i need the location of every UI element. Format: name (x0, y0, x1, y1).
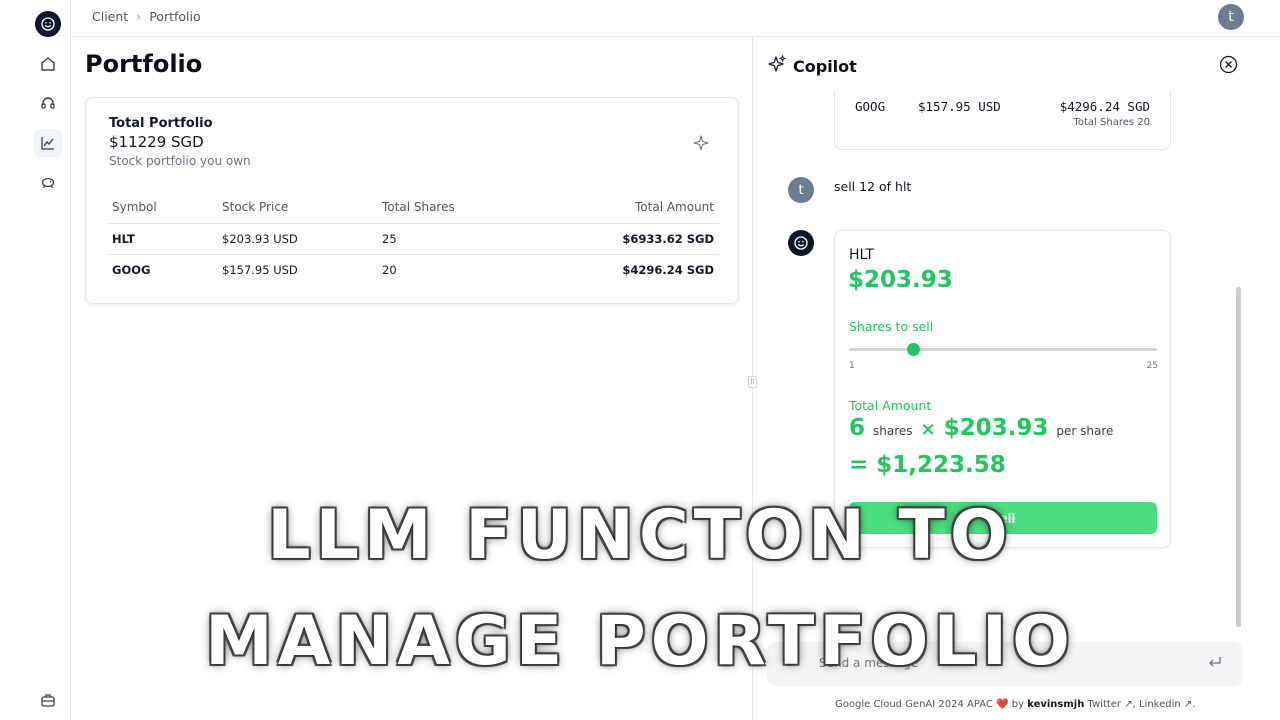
copilot-title: Copilot (793, 56, 857, 76)
breadcrumb: Client › Portfolio (92, 9, 201, 24)
times-icon: × (920, 419, 936, 440)
heart-icon: ❤️ (996, 699, 1009, 710)
user-message: sell 12 of hlt (834, 179, 912, 194)
resize-handle[interactable]: ⠿ (748, 376, 757, 388)
chart-line-icon[interactable] (34, 129, 62, 157)
slider-max: 25 (1146, 361, 1158, 371)
bot-avatar-icon (788, 230, 814, 256)
trade-symbol: HLT (849, 247, 874, 263)
copilot-header: Copilot (767, 54, 857, 78)
smiley-logo-icon[interactable] (35, 11, 61, 37)
top-bar: Client › Portfolio t (71, 0, 1280, 37)
prev-amount: $4296.24 SGD (1059, 99, 1150, 114)
row-price: $157.95 USD (222, 262, 298, 277)
holdings-table: Symbol Stock Price Total Shares Total Am… (107, 191, 719, 285)
breadcrumb-client[interactable]: Client (92, 9, 128, 24)
row-shares: 20 (382, 262, 397, 277)
col-stock-price: Stock Price (217, 191, 377, 224)
chat-scrollbar[interactable] (1236, 287, 1241, 627)
breadcrumb-portfolio[interactable]: Portfolio (149, 9, 200, 24)
per-share-label: per share (1056, 424, 1114, 438)
col-total-amount: Total Amount (537, 191, 719, 224)
row-amount: $6933.62 SGD (537, 223, 719, 255)
card-title: Total Portfolio (109, 116, 213, 131)
shares-count: 6 (849, 415, 866, 441)
total-result: = $1,223.58 (849, 452, 1006, 478)
overlay-headline-line1: LLM FUNCTON TO (267, 496, 1013, 575)
sparkles-icon[interactable] (692, 134, 710, 156)
prev-price: $157.95 USD (918, 99, 1001, 114)
previous-stock-card: GOOG $157.95 USD $4296.24 SGD Total Shar… (834, 90, 1171, 150)
footer: Google Cloud GenAI 2024 APAC ❤️ by kevin… (835, 699, 1195, 710)
row-symbol: GOOG (112, 262, 151, 277)
footer-prefix: Google Cloud GenAI 2024 APAC (835, 699, 993, 710)
shares-slider[interactable] (849, 343, 1157, 356)
portfolio-value: $11229 SGD (109, 133, 204, 151)
table-header-row: Symbol Stock Price Total Shares Total Am… (107, 191, 719, 224)
calculation-row: 6 shares × $203.93 per share (849, 415, 1113, 441)
twitter-link[interactable]: Twitter ↗, (1088, 699, 1136, 710)
footer-by: by (1011, 699, 1024, 710)
total-portfolio-card: Total Portfolio $11229 SGD Stock portfol… (85, 97, 739, 304)
page-title: Portfolio (85, 50, 203, 78)
linkedin-link[interactable]: Linkedin ↗. (1139, 699, 1195, 710)
shares-word: shares (873, 424, 913, 438)
total-amount-label: Total Amount (849, 398, 932, 413)
table-row[interactable]: GOOG $157.95 USD 20 $4296.24 SGD (107, 254, 719, 285)
row-price: $203.93 USD (217, 223, 377, 255)
row-symbol: HLT (107, 223, 217, 255)
overlay-headline-line2: MANAGE PORTFOLIO (205, 602, 1075, 681)
piggy-bank-icon[interactable] (34, 168, 62, 196)
sparkles-icon (767, 54, 787, 78)
home-icon[interactable] (34, 50, 62, 78)
slider-thumb[interactable] (907, 343, 921, 356)
user-avatar[interactable]: t (1218, 4, 1244, 30)
breadcrumb-separator: › (136, 9, 142, 24)
headset-icon[interactable] (34, 89, 62, 117)
trade-price: $203.93 (848, 267, 953, 293)
col-total-shares: Total Shares (377, 191, 537, 224)
row-amount: $4296.24 SGD (622, 262, 714, 277)
briefcase-icon[interactable] (34, 686, 62, 714)
unit-price: $203.93 (943, 415, 1049, 441)
prev-symbol: GOOG (855, 99, 886, 114)
row-shares: 25 (377, 223, 537, 255)
shares-to-sell-label: Shares to sell (849, 319, 934, 334)
close-icon[interactable] (1219, 55, 1238, 78)
card-subtitle: Stock portfolio you own (109, 154, 251, 168)
col-symbol: Symbol (107, 191, 217, 224)
slider-min: 1 (849, 361, 855, 371)
prev-shares-note: Total Shares 20 (1073, 117, 1150, 128)
footer-author[interactable]: kevinsmjh (1027, 699, 1084, 710)
user-message-avatar: t (788, 177, 814, 203)
table-row[interactable]: HLT $203.93 USD 25 $6933.62 SGD (107, 223, 719, 255)
